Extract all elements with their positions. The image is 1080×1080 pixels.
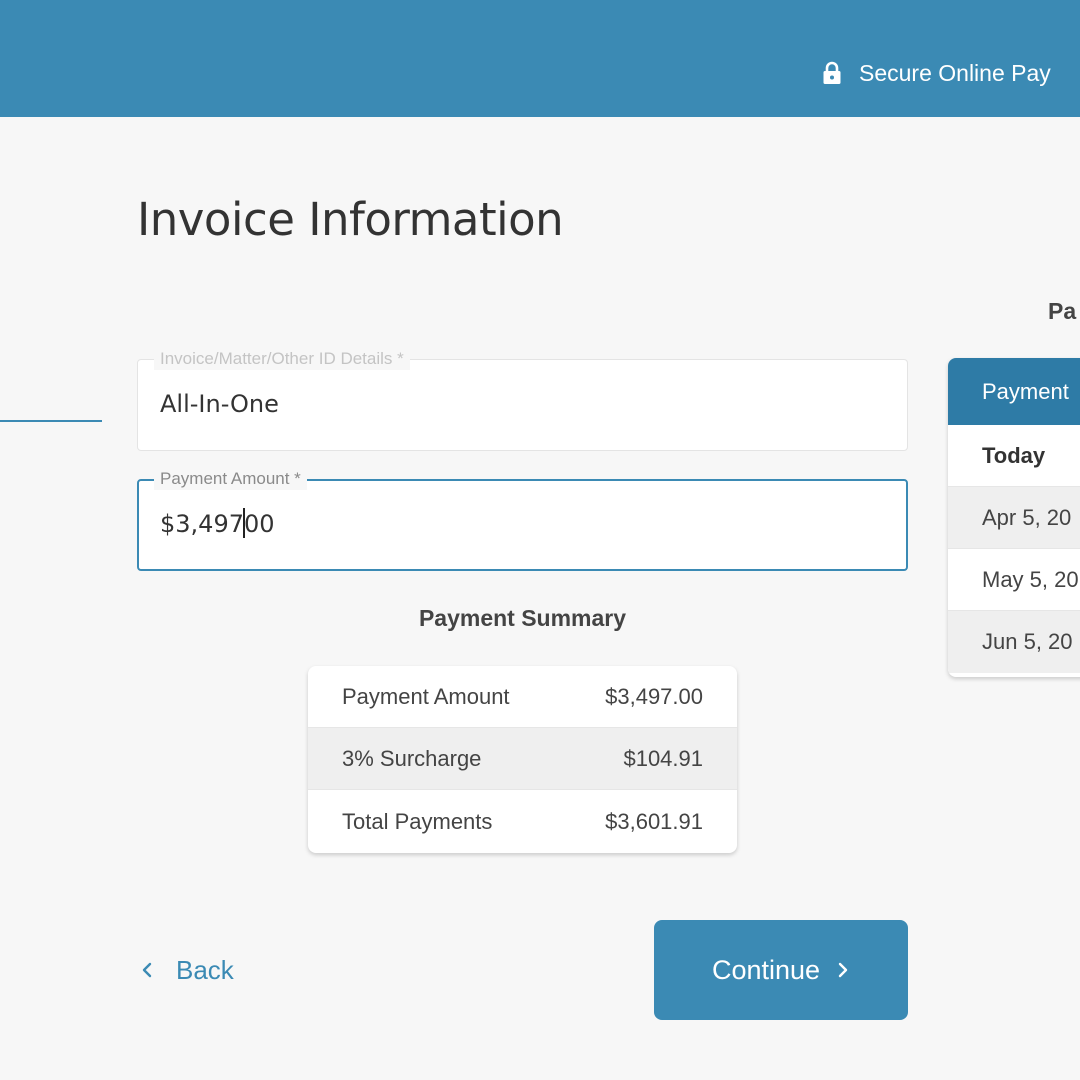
chevron-left-icon (142, 962, 152, 978)
payment-summary-title: Payment Summary (418, 605, 627, 631)
schedule-row: Apr 5, 20 (948, 487, 1080, 549)
back-button[interactable]: Back (140, 950, 234, 990)
schedule-row: Today (948, 425, 1080, 487)
payment-schedule-heading: Pa (1048, 298, 1077, 324)
top-bar: Secure Online Pay (0, 0, 1080, 117)
continue-button[interactable]: Continue (654, 920, 908, 1020)
invoice-id-label: Invoice/Matter/Other ID Details * (154, 348, 410, 370)
summary-row-label: 3% Surcharge (342, 745, 482, 771)
summary-row-value: $104.91 (623, 745, 703, 771)
payment-amount-field[interactable]: Payment Amount * $3,49700 (137, 468, 908, 571)
payment-amount-label: Payment Amount * (154, 468, 307, 490)
summary-row-payment-amount: Payment Amount $3,497.00 (308, 666, 737, 728)
summary-row-label: Total Payments (342, 808, 493, 834)
step-progress-line (0, 420, 102, 422)
payment-schedule-table: Payment Today Apr 5, 20 May 5, 20 Jun 5,… (948, 358, 1080, 677)
payment-amount-value[interactable]: $3,49700 (160, 508, 275, 540)
schedule-header: Payment (948, 358, 1080, 425)
summary-row-value: $3,601.91 (605, 808, 703, 834)
secure-payment-indicator: Secure Online Pay (822, 58, 1051, 88)
payment-amount-value-after-caret: 00 (243, 510, 275, 538)
back-label: Back (176, 954, 234, 985)
secure-text: Secure Online Pay (859, 59, 1051, 86)
summary-row-surcharge: 3% Surcharge $104.91 (308, 728, 737, 790)
invoice-id-value[interactable]: All-In-One (160, 390, 279, 418)
summary-row-value: $3,497.00 (605, 683, 703, 709)
chevron-right-icon (838, 962, 848, 978)
payment-amount-value-before-caret: $3,497 (160, 510, 244, 538)
summary-row-total: Total Payments $3,601.91 (308, 790, 737, 853)
page-title: Invoice Information (137, 193, 564, 246)
summary-row-label: Payment Amount (342, 683, 510, 709)
text-caret (242, 508, 245, 538)
schedule-row: Jun 5, 20 (948, 611, 1080, 673)
continue-label: Continue (711, 954, 821, 985)
schedule-row: May 5, 20 (948, 549, 1080, 611)
payment-summary-table: Payment Amount $3,497.00 3% Surcharge $1… (308, 666, 737, 853)
invoice-id-field[interactable]: Invoice/Matter/Other ID Details * All-In… (137, 348, 908, 451)
lock-icon (823, 61, 841, 84)
